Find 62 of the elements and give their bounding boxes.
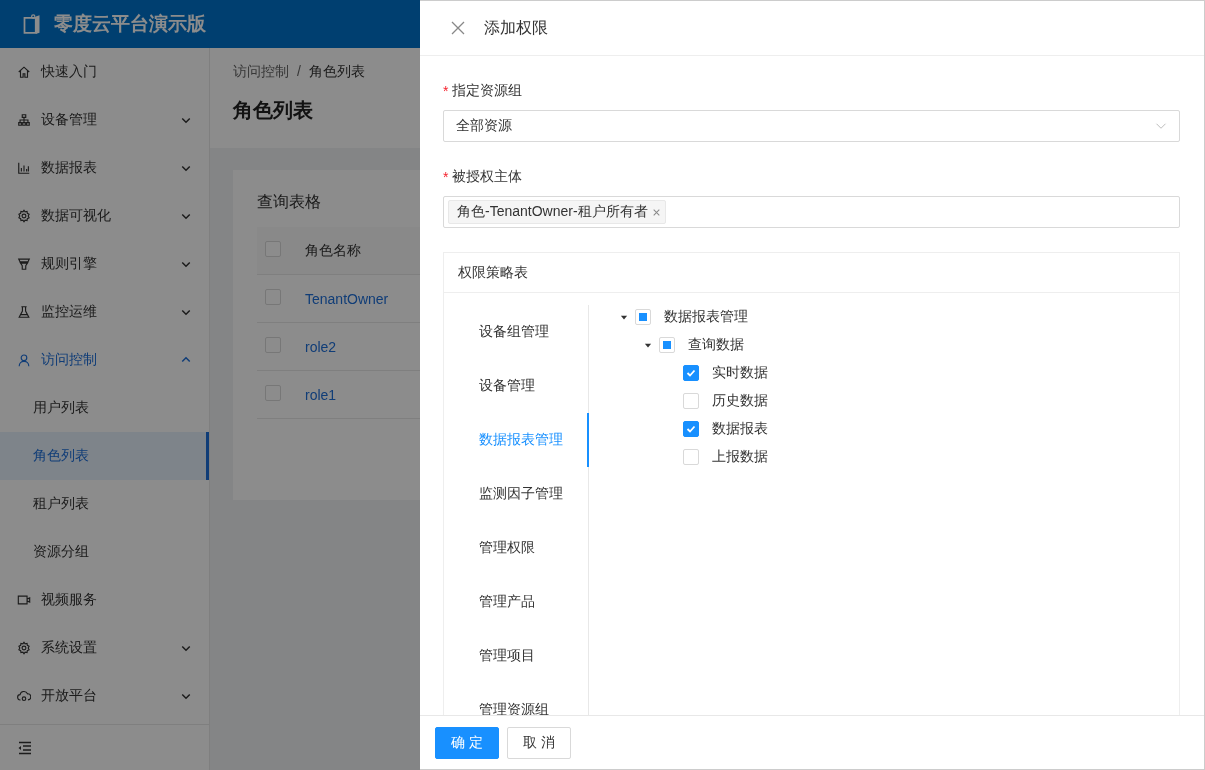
confirm-button[interactable]: 确 定 [435,726,499,759]
sidebar-item[interactable]: 数据报表 [0,144,209,192]
user-icon [17,353,31,367]
cloud-icon [17,689,31,703]
menu-fold-icon[interactable] [17,739,33,756]
modal-overlay[interactable] [0,0,420,770]
tree-node-label[interactable]: 数据报表管理 [657,308,748,326]
breadcrumb-item: 角色列表 [308,63,365,81]
gear-icon [17,209,31,223]
category-tab[interactable]: 管理权限 [444,521,588,575]
drawer-title: 添加权限 [484,17,548,38]
field-label: 指定资源组 [452,82,523,100]
sidebar-subitem[interactable]: 租户列表 [0,480,209,528]
field-label: 被授权主体 [452,168,523,186]
sidebar-item[interactable]: 访问控制 [0,336,209,384]
category-tab[interactable]: 监测因子管理 [444,467,588,521]
category-tab[interactable]: 管理项目 [444,629,588,683]
check-icon [686,368,696,378]
card-title: 查询表格 [257,192,322,212]
select-field[interactable]: 全部资源 [443,110,1180,142]
sidebar-subitem[interactable]: 角色列表 [0,432,209,480]
gear-icon [17,641,31,655]
bar-chart-icon [17,161,31,175]
category-tab[interactable]: 设备组管理 [444,305,588,359]
app-logo-text: 零度云平台演示版 [54,12,206,36]
tree-node-label[interactable]: 实时数据 [705,364,768,382]
category-tab[interactable]: 数据报表管理 [444,413,589,467]
sitemap-icon [17,113,31,127]
tree-node-label[interactable]: 查询数据 [681,336,744,354]
tree-node-label[interactable]: 历史数据 [705,392,768,410]
sidebar-item[interactable]: 快速入门 [0,48,209,96]
sidebar-item[interactable]: 规则引擎 [0,240,209,288]
page-title: 角色列表 [233,98,314,123]
breadcrumb-item[interactable]: 访问控制 [233,63,289,81]
sidebar-item[interactable]: 视频服务 [0,576,209,624]
breadcrumb-separator: / [297,63,301,81]
cancel-button[interactable]: 取 消 [506,726,571,759]
tree-node-label[interactable]: 上报数据 [705,448,768,466]
category-tab[interactable]: 设备管理 [444,359,588,413]
tree-node-label[interactable]: 数据报表 [705,420,768,438]
card-title: 权限策略表 [444,253,1179,293]
check-icon [686,424,696,434]
tag-label: 角色-TenantOwner-租户所有者 [457,203,648,221]
close-icon[interactable] [450,20,466,36]
checkbox[interactable] [683,365,699,381]
checkbox[interactable] [683,421,699,437]
sidebar-item[interactable]: 监控运维 [0,288,209,336]
logo-icon [22,14,42,34]
sidebar-subitem[interactable]: 用户列表 [0,384,209,432]
required-mark: * [443,83,449,99]
sidebar-item[interactable]: 系统设置 [0,624,209,672]
sidebar-subitem[interactable]: 资源分组 [0,528,209,576]
flask-icon [17,305,31,319]
required-mark: * [443,169,449,185]
tag-close-icon[interactable] [651,207,661,217]
sidebar-item[interactable]: 设备管理 [0,96,209,144]
funnel-icon [17,257,31,271]
video-camera-icon [17,593,31,607]
sidebar-item[interactable]: 数据可视化 [0,192,209,240]
sidebar-item[interactable]: 开放平台 [0,672,209,720]
home-icon [17,65,31,79]
category-tab[interactable]: 管理产品 [444,575,588,629]
